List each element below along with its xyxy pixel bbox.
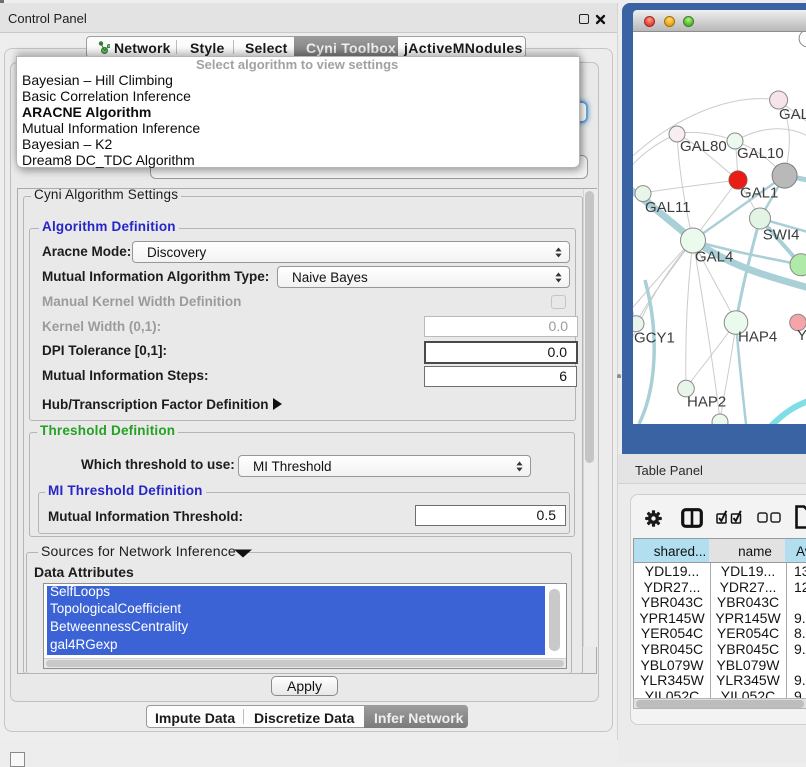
svg-text:GAL11: GAL11 — [645, 199, 691, 216]
svg-text:HAP2: HAP2 — [687, 393, 726, 410]
svg-text:GAL1: GAL1 — [740, 185, 778, 202]
svg-text:Y: Y — [797, 327, 806, 344]
svg-text:GAL80: GAL80 — [680, 138, 727, 155]
svg-text:GAL7: GAL7 — [779, 106, 806, 123]
svg-text:GCY1: GCY1 — [634, 330, 675, 347]
svg-text:SWI4: SWI4 — [763, 227, 800, 244]
svg-text:GAL4: GAL4 — [695, 249, 733, 266]
svg-text:HAP4: HAP4 — [738, 328, 777, 345]
svg-text:GAL10: GAL10 — [737, 145, 784, 162]
